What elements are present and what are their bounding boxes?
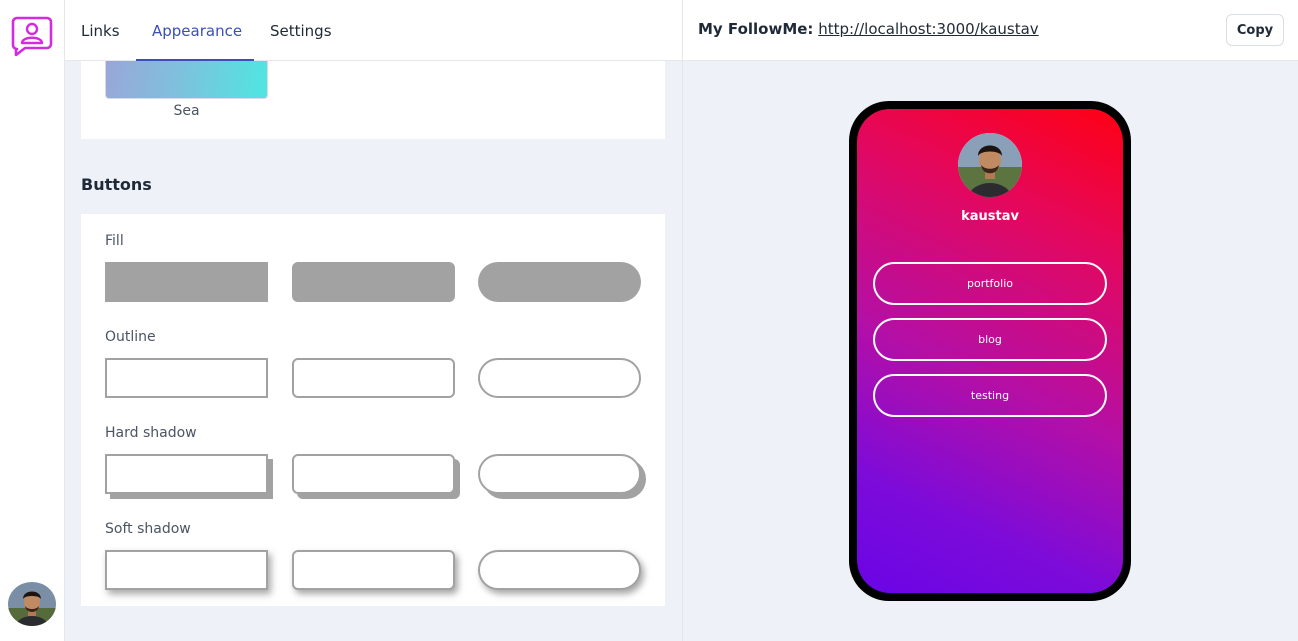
outline-group-label: Outline xyxy=(105,329,156,345)
outline-square-button[interactable] xyxy=(105,358,268,398)
fill-rounded-button[interactable] xyxy=(292,262,455,302)
soft-shadow-pill-button[interactable] xyxy=(478,550,641,590)
fill-square-button[interactable] xyxy=(105,262,268,302)
app-logo-icon[interactable] xyxy=(11,16,53,57)
tab-appearance[interactable]: Appearance xyxy=(152,0,242,61)
profile-link-button[interactable]: testing xyxy=(873,374,1107,417)
profile-username: kaustav xyxy=(961,209,1019,224)
profile-link-button[interactable]: blog xyxy=(873,318,1107,361)
hard-shadow-group-label: Hard shadow xyxy=(105,425,197,441)
preview-url-bar: My FollowMe: http://localhost:3000/kaust… xyxy=(682,0,1298,61)
fill-group-label: Fill xyxy=(105,233,124,249)
soft-shadow-square-button[interactable] xyxy=(105,550,268,590)
user-avatar[interactable] xyxy=(8,582,56,626)
outline-rounded-button[interactable] xyxy=(292,358,455,398)
themes-card: Sea xyxy=(81,61,665,139)
hard-shadow-square-button[interactable] xyxy=(105,454,268,494)
appearance-panel: Sea Buttons Fill Outline Hard shadow Sof… xyxy=(65,61,682,641)
theme-name: Sea xyxy=(173,103,200,119)
phone-preview: kaustav portfolio blog testing xyxy=(849,101,1131,601)
tab-settings[interactable]: Settings xyxy=(270,0,332,61)
hard-shadow-pill-button[interactable] xyxy=(478,454,641,494)
phone-screen: kaustav portfolio blog testing xyxy=(857,109,1123,593)
profile-url-link[interactable]: http://localhost:3000/kaustav xyxy=(818,20,1038,38)
hard-shadow-rounded-button[interactable] xyxy=(292,454,455,494)
outline-pill-button[interactable] xyxy=(478,358,641,398)
buttons-section-title: Buttons xyxy=(81,175,152,194)
soft-shadow-group-label: Soft shadow xyxy=(105,521,191,537)
theme-swatch-sea[interactable] xyxy=(105,61,268,99)
preview-url-label: My FollowMe: http://localhost:3000/kaust… xyxy=(698,20,1039,38)
soft-shadow-rounded-button[interactable] xyxy=(292,550,455,590)
preview-label-text: My FollowMe: xyxy=(698,20,814,38)
tab-links[interactable]: Links xyxy=(81,0,120,61)
top-nav: Links Appearance Settings xyxy=(65,0,682,61)
panel-divider xyxy=(682,61,683,641)
copy-url-button[interactable]: Copy xyxy=(1226,14,1284,46)
left-rail xyxy=(0,0,65,641)
fill-pill-button[interactable] xyxy=(478,262,641,302)
profile-avatar xyxy=(958,133,1022,197)
buttons-card: Fill Outline Hard shadow Soft shadow xyxy=(81,214,665,606)
profile-link-button[interactable]: portfolio xyxy=(873,262,1107,305)
